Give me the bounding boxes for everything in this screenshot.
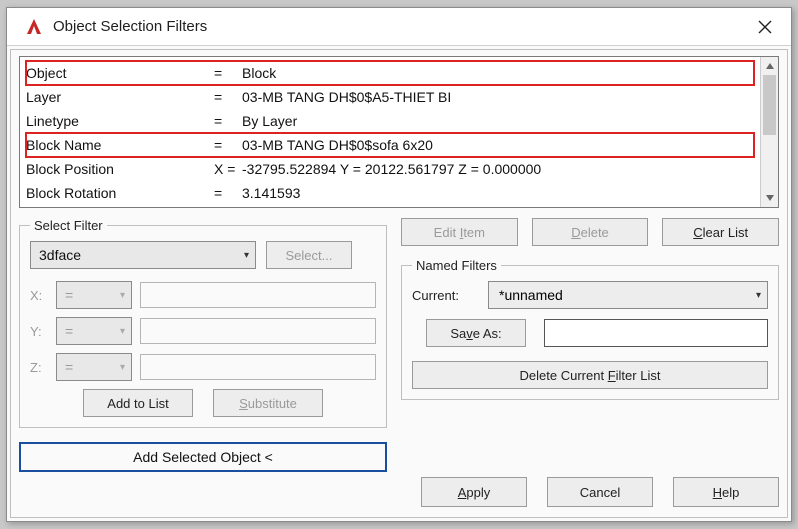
list-cell-op: = [214,109,242,133]
select-button[interactable]: Select... [266,241,352,269]
delete-current-filter-button[interactable]: Delete Current Filter List [412,361,768,389]
scroll-thumb[interactable] [763,75,776,135]
list-row[interactable]: Layer=03-MB TANG DH$0$A5-THIET BI [26,85,754,109]
chevron-down-icon: ▾ [120,326,125,337]
list-cell-value: By Layer [242,109,754,133]
y-value-input[interactable] [140,318,376,344]
substitute-button[interactable]: Substitute [213,389,323,417]
list-row[interactable]: Block PositionX =-32795.522894 Y = 20122… [26,157,754,181]
add-to-list-label: Add to List [107,396,168,411]
list-cell-field: Block Name [26,133,214,157]
chevron-down-icon: ▾ [244,250,249,261]
scroll-down-icon[interactable] [761,189,778,207]
scrollbar[interactable] [760,57,778,207]
list-row[interactable]: Block Name=03-MB TANG DH$0$sofa 6x20 [26,133,754,157]
titlebar[interactable]: Object Selection Filters [7,8,791,46]
current-filter-combo[interactable]: *unnamed ▾ [488,281,768,309]
save-as-button[interactable]: Save As: [426,319,526,347]
list-cell-value: 03-MB TANG DH$0$sofa 6x20 [242,133,754,157]
list-row[interactable]: Object=Block [26,61,754,85]
delete-button[interactable]: Delete [532,218,649,246]
list-cell-field: Layer [26,85,214,109]
filter-type-value: 3dface [39,247,81,263]
cancel-label: Cancel [580,485,620,500]
named-filters-group: Named Filters Current: *unnamed ▾ Save A… [401,258,779,400]
filter-type-combo[interactable]: 3dface ▾ [30,241,256,269]
list-cell-op: X = [214,157,242,181]
z-label: Z: [30,360,48,375]
list-cell-field: Object [26,61,214,85]
select-filter-group: Select Filter 3dface ▾ Select... X: [19,218,387,428]
chevron-down-icon: ▾ [120,362,125,373]
z-value-input[interactable] [140,354,376,380]
x-op-combo[interactable]: = ▾ [56,281,132,309]
list-cell-value: Block [242,61,754,85]
apply-button[interactable]: Apply [421,477,527,507]
list-cell-field: Block Rotation [26,181,214,205]
app-icon [23,16,45,38]
scroll-up-icon[interactable] [761,57,778,75]
list-cell-field: Block Position [26,157,214,181]
window-title: Object Selection Filters [53,18,207,35]
chevron-down-icon: ▾ [120,290,125,301]
client-area: Object=BlockLayer=03-MB TANG DH$0$A5-THI… [10,49,788,518]
list-row[interactable]: Block Rotation=3.141593 [26,181,754,205]
list-cell-value: 3.141593 [242,181,754,205]
list-cell-value: 03-MB TANG DH$0$A5-THIET BI [242,85,754,109]
list-cell-op: = [214,61,242,85]
z-op-combo[interactable]: = ▾ [56,353,132,381]
x-label: X: [30,288,48,303]
close-icon[interactable] [745,8,785,46]
list-cell-value: -32795.522894 Y = 20122.561797 Z = 0.000… [242,157,754,181]
list-cell-field: Linetype [26,109,214,133]
current-label: Current: [412,288,478,303]
list-row[interactable]: Linetype=By Layer [26,109,754,133]
chevron-down-icon: ▾ [756,290,761,301]
clear-list-button[interactable]: Clear List [662,218,779,246]
list-cell-op: = [214,85,242,109]
filter-listbox[interactable]: Object=BlockLayer=03-MB TANG DH$0$A5-THI… [19,56,779,208]
dialog-window: Object Selection Filters Object=BlockLay… [6,7,792,522]
save-as-input[interactable] [544,319,768,347]
y-label: Y: [30,324,48,339]
edit-item-button[interactable]: Edit Item [401,218,518,246]
current-filter-value: *unnamed [499,287,563,303]
select-filter-legend: Select Filter [30,218,107,233]
cancel-button[interactable]: Cancel [547,477,653,507]
y-op-combo[interactable]: = ▾ [56,317,132,345]
list-cell-op: = [214,133,242,157]
add-to-list-button[interactable]: Add to List [83,389,193,417]
list-cell-op: = [214,181,242,205]
select-button-label: Select... [286,248,333,263]
x-value-input[interactable] [140,282,376,308]
add-selected-object-button[interactable]: Add Selected Object < [19,442,387,472]
named-filters-legend: Named Filters [412,258,501,273]
add-selected-object-label: Add Selected Object < [133,449,273,465]
help-button[interactable]: Help [673,477,779,507]
